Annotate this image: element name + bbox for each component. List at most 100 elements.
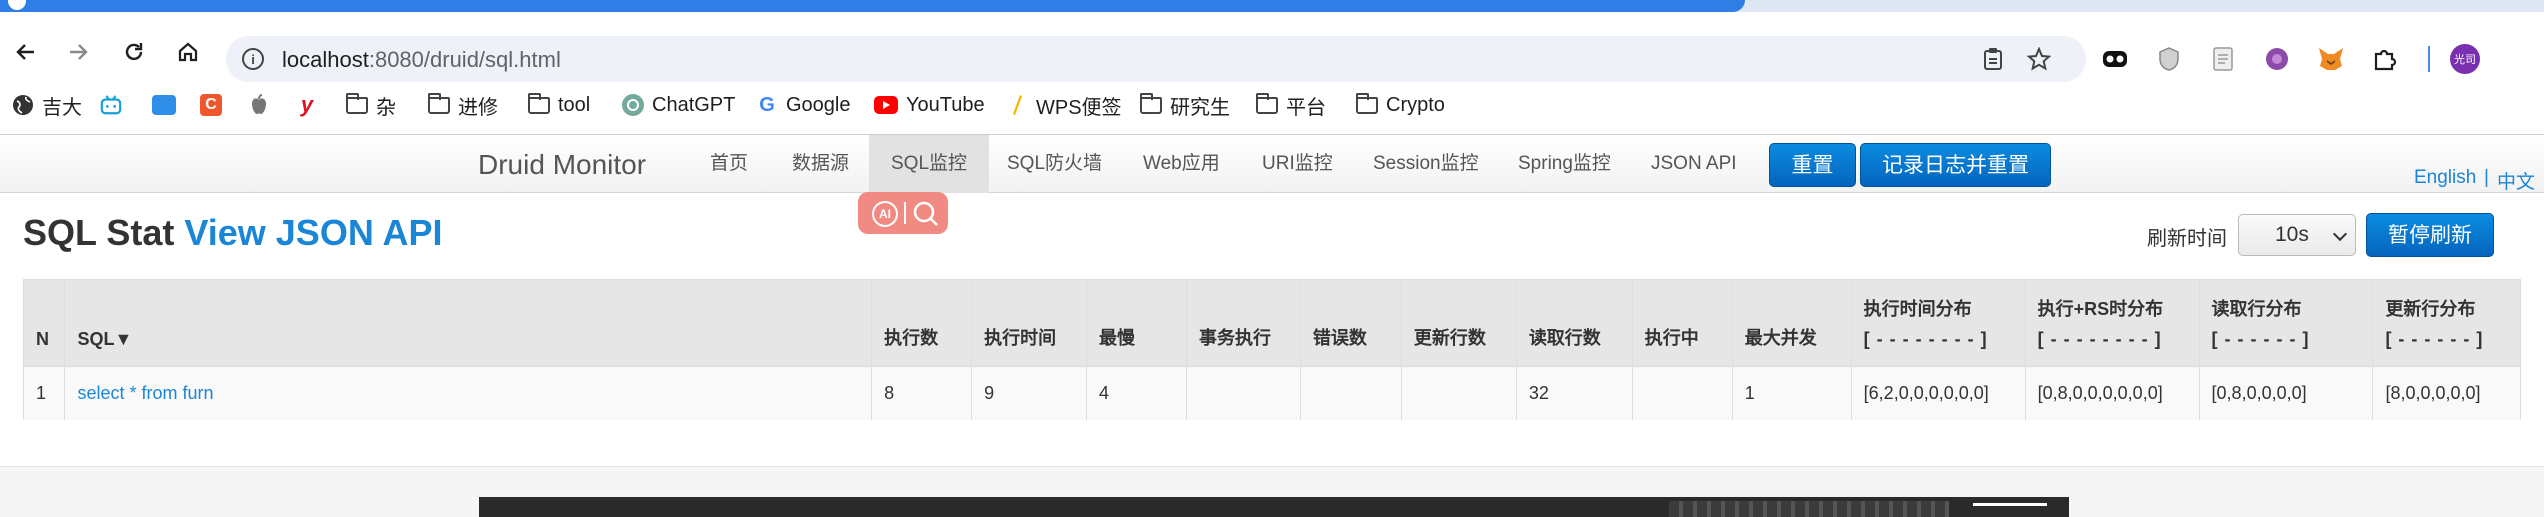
y-app-icon: y (300, 92, 314, 117)
col-header-read-rows-dist[interactable]: 读取行分布[ - - - - - - ] (2198, 280, 2373, 366)
back-arrow-icon[interactable] (8, 34, 44, 70)
bookmark-wps-note[interactable]: WPS便签 (1006, 92, 1122, 119)
bilibili-icon (100, 94, 122, 116)
reload-icon[interactable] (116, 34, 152, 70)
cell-exec-count: 8 (871, 365, 972, 420)
bookmark-folder-platform[interactable]: 平台 (1256, 92, 1326, 119)
url-text[interactable]: localhost:8080/druid/sql.html (282, 47, 561, 73)
profile-avatar[interactable]: 光司 (2450, 44, 2480, 74)
sql-stat-table: N SQL▼ 执行数 执行时间 最慢 事务执行 错误数 更新行数 读取行数 执行… (23, 279, 2521, 420)
nav-item-spring-monitor[interactable]: Spring监控 (1496, 135, 1633, 193)
refresh-interval-select[interactable]: 10s (2238, 214, 2356, 256)
col-header-slowest[interactable]: 最慢 (1086, 280, 1187, 366)
pause-refresh-button[interactable]: 暂停刷新 (2366, 213, 2494, 257)
chevron-down-icon (2332, 226, 2348, 242)
home-icon[interactable] (170, 34, 206, 70)
nav-item-home[interactable]: 首页 (688, 135, 770, 193)
banner-logo-icon (1973, 503, 2047, 517)
sql-detail-link[interactable]: select * from furn (77, 383, 213, 403)
extensions-puzzle-icon[interactable] (2370, 44, 2400, 74)
brand-title[interactable]: Druid Monitor (478, 149, 646, 181)
reset-button[interactable]: 重置 (1769, 143, 1856, 187)
refresh-interval-value: 10s (2275, 223, 2309, 246)
lang-chinese-link[interactable]: 中文 (2497, 167, 2535, 194)
cell-update-rows-dist: [8,0,0,0,0,0] (2372, 365, 2520, 420)
forward-arrow-icon[interactable] (60, 34, 96, 70)
bookmark-youtube[interactable]: YouTube (874, 92, 985, 118)
bookmark-c-app[interactable]: C (200, 92, 230, 118)
bookmark-folder-grad[interactable]: 研究生 (1140, 92, 1230, 119)
col-header-exec-count[interactable]: 执行数 (871, 280, 972, 366)
cell-sql: select * from furn (64, 365, 872, 420)
ai-assistant-float[interactable]: AI (858, 192, 948, 234)
bookmark-folder-study[interactable]: 进修 (428, 92, 498, 119)
reset-log-button[interactable]: 记录日志并重置 (1860, 143, 2051, 187)
bookmark-google[interactable]: G Google (756, 92, 850, 118)
table-header-row: N SQL▼ 执行数 执行时间 最慢 事务执行 错误数 更新行数 读取行数 执行… (24, 280, 2520, 366)
ad-banner[interactable] (479, 497, 2069, 517)
active-tab[interactable] (0, 0, 1745, 12)
col-header-max-concurrency[interactable]: 最大并发 (1731, 280, 1852, 366)
nav-item-json-api[interactable]: JSON API (1629, 135, 1759, 193)
folder-icon (428, 92, 450, 114)
nav-item-datasource[interactable]: 数据源 (770, 135, 871, 193)
page-title-text: SQL Stat (23, 212, 175, 253)
ai-icon[interactable]: AI (872, 201, 898, 227)
bookmark-apple[interactable] (248, 92, 278, 118)
apple-icon (248, 94, 270, 116)
bookmark-y-app[interactable]: y (296, 92, 326, 118)
c-app-icon: C (200, 94, 222, 116)
nav-item-sql-firewall[interactable]: SQL防火墙 (985, 135, 1124, 193)
nav-item-session-monitor[interactable]: Session监控 (1351, 135, 1501, 193)
fox-wallet-icon[interactable] (2316, 44, 2346, 74)
cell-exec-time: 9 (971, 365, 1087, 420)
col-header-exec-rs-dist[interactable]: 执行+RS时分布[ - - - - - - - - ] (2024, 280, 2200, 366)
bookmark-jilin-university[interactable]: 吉大 (12, 92, 82, 119)
search-icon[interactable] (912, 200, 940, 228)
bookmark-folder-crypto[interactable]: Crypto (1356, 92, 1445, 118)
cell-max-concurrency: 1 (1731, 365, 1852, 420)
tab-strip (0, 0, 2544, 12)
view-json-api-link[interactable]: View JSON API (184, 212, 442, 253)
bookmark-label: 平台 (1286, 96, 1326, 119)
bookmark-label: ChatGPT (652, 93, 736, 116)
bookmark-cloud-drive[interactable] (152, 92, 184, 118)
bookmark-folder-tool[interactable]: tool (528, 92, 590, 118)
col-header-transaction[interactable]: 事务执行 (1185, 280, 1301, 366)
cell-n: 1 (24, 365, 65, 420)
address-bar[interactable]: i localhost:8080/druid/sql.html (226, 36, 2086, 82)
lang-english-link[interactable]: English (2414, 167, 2476, 189)
cell-exec-rs-dist: [0,8,0,0,0,0,0,0] (2024, 365, 2200, 420)
col-header-sql[interactable]: SQL▼ (64, 280, 872, 366)
nav-item-uri-monitor[interactable]: URI监控 (1240, 135, 1355, 193)
col-header-read-rows[interactable]: 读取行数 (1515, 280, 1633, 366)
col-header-errors[interactable]: 错误数 (1299, 280, 1402, 366)
col-header-exec-time[interactable]: 执行时间 (971, 280, 1087, 366)
bookmark-chatgpt[interactable]: ChatGPT (622, 92, 735, 118)
document-extension-icon[interactable] (2208, 44, 2238, 74)
col-header-exec-time-dist[interactable]: 执行时间分布[ - - - - - - - - ] (1850, 280, 2026, 366)
nav-item-web-app[interactable]: Web应用 (1121, 135, 1242, 193)
clipboard-icon[interactable] (1980, 46, 2006, 72)
col-header-updated-rows[interactable]: 更新行数 (1400, 280, 1517, 366)
nav-item-sql-monitor[interactable]: SQL监控 (869, 135, 990, 193)
bookmark-star-icon[interactable] (2026, 46, 2052, 72)
bookmark-folder-misc[interactable]: 杂 (346, 92, 396, 119)
mask-extension-icon[interactable] (2100, 44, 2130, 74)
col-header-n[interactable]: N (24, 280, 65, 366)
bookmark-label: 杂 (376, 96, 396, 119)
bookmark-bilibili[interactable] (100, 92, 130, 118)
col-header-update-rows-dist[interactable]: 更新行分布[ - - - - - - ] (2372, 280, 2520, 366)
shield-extension-icon[interactable] (2154, 44, 2184, 74)
bookmark-label: WPS便签 (1036, 96, 1122, 119)
globe-icon (12, 94, 34, 116)
site-info-icon[interactable]: i (242, 48, 264, 70)
bookmark-label: tool (558, 93, 591, 116)
table-row: 1 select * from furn 8 9 4 32 1 [6,2,0,0… (24, 365, 2520, 420)
folder-icon (528, 92, 550, 114)
folder-icon (1140, 92, 1162, 114)
druid-navbar: Druid Monitor 首页 数据源 SQL监控 SQL防火墙 Web应用 … (0, 135, 2544, 193)
purple-extension-icon[interactable] (2262, 44, 2292, 74)
col-header-running[interactable]: 执行中 (1631, 280, 1733, 366)
ai-float-divider (904, 202, 906, 224)
